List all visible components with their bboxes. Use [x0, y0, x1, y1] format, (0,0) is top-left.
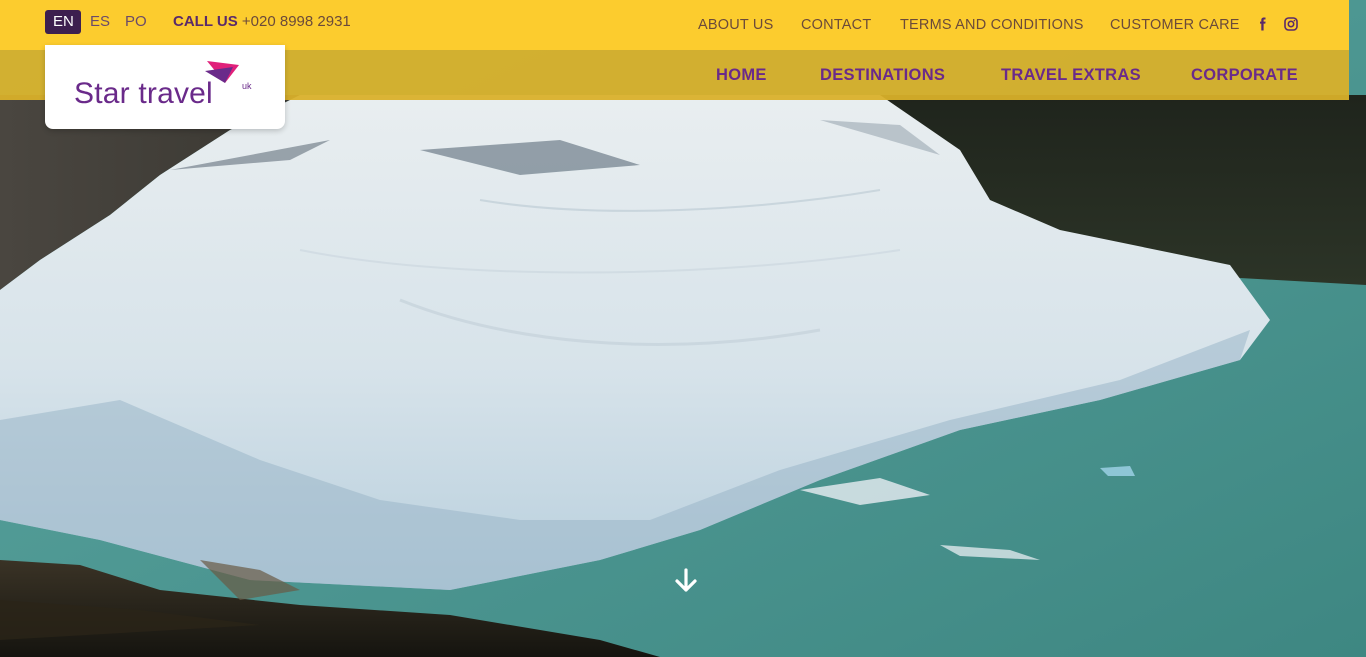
top-link-about-us[interactable]: ABOUT US	[698, 17, 773, 33]
top-link-customer-care[interactable]: CUSTOMER CARE	[1110, 17, 1240, 33]
facebook-icon[interactable]	[1256, 17, 1270, 31]
top-link-terms-and-conditions[interactable]: TERMS AND CONDITIONS	[900, 17, 1084, 33]
logo-text: Star travel	[74, 77, 213, 110]
call-us-number[interactable]: +020 8998 2931	[242, 13, 351, 30]
top-link-contact[interactable]: CONTACT	[801, 17, 871, 33]
nav-home[interactable]: HOME	[716, 66, 767, 85]
nav-travel-extras[interactable]: TRAVEL EXTRAS	[1001, 66, 1141, 85]
call-us[interactable]: CALL US +020 8998 2931	[173, 13, 351, 30]
logo[interactable]: Star travel uk	[45, 45, 285, 129]
instagram-icon[interactable]	[1284, 17, 1298, 31]
language-po[interactable]: PO	[117, 10, 155, 34]
nav-corporate[interactable]: CORPORATE	[1191, 66, 1298, 85]
language-en[interactable]: EN	[45, 10, 81, 34]
scroll-down-arrow-icon[interactable]	[674, 568, 698, 594]
language-es[interactable]: ES	[82, 10, 118, 34]
logo-suffix: uk	[242, 81, 252, 91]
call-us-label: CALL US	[173, 13, 238, 30]
nav-destinations[interactable]: DESTINATIONS	[820, 66, 945, 85]
